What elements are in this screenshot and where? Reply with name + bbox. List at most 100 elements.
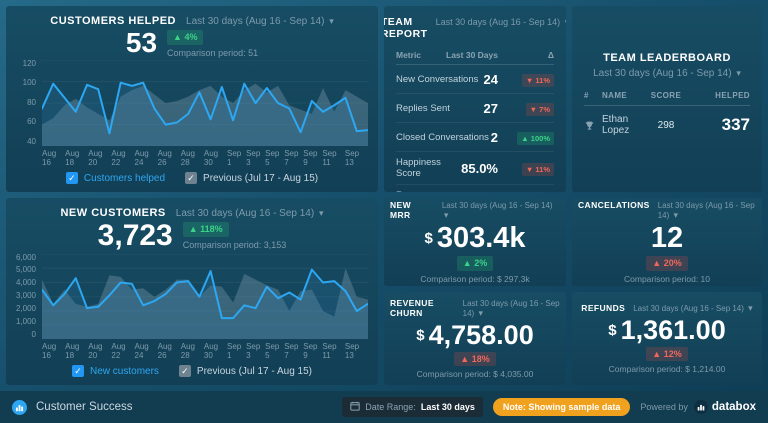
panel-title: REVENUE CHURN [390, 298, 455, 318]
panel-title: TEAM LEADERBOARD [584, 52, 750, 64]
panel-title: TEAM REPORT [384, 16, 428, 40]
panel-title: CUSTOMERS HELPED [50, 15, 176, 27]
sample-data-note-button[interactable]: Note: Showing sample data [493, 398, 631, 416]
comparison-text: Comparison period: $ 1,214.00 [609, 364, 726, 374]
legend-label: Previous (Jul 17 - Aug 15) [197, 366, 312, 377]
date-range-dropdown[interactable]: Last 30 days (Aug 16 - Sep 14) ▾ [463, 299, 560, 319]
date-range-value: Last 30 days (Aug 16 - Sep 14) [633, 304, 744, 313]
column-score: SCORE [638, 91, 694, 100]
legend-item-previous[interactable]: ✓ Previous (Jul 17 - Aug 15) [185, 172, 318, 184]
footer-bar: Customer Success Date Range: Last 30 day… [0, 391, 768, 423]
dashboard-logo-icon [12, 400, 27, 415]
date-range-current: Last 30 days [421, 402, 475, 412]
revenue-churn-panel: REVENUE CHURN Last 30 days (Aug 16 - Sep… [384, 292, 566, 385]
refunds-panel: REFUNDS Last 30 days (Aug 16 - Sep 14) ▾… [572, 292, 762, 385]
table-row: Happiness Score 85.0% ▼ 11% [396, 152, 554, 185]
metric-value: 85.0% [461, 161, 498, 176]
column-rank: # [584, 91, 602, 100]
comparison-text: Comparison period: 10 [624, 274, 710, 284]
line-chart [42, 60, 368, 146]
new-customers-panel: NEW CUSTOMERS Last 30 days (Aug 16 - Sep… [6, 198, 378, 385]
panel-title: REFUNDS [581, 303, 625, 313]
metric-name: Replies Sent [396, 103, 484, 114]
column-delta: Δ [508, 50, 554, 60]
member-name: Ethan Lopez [602, 114, 638, 136]
new-customers-checkbox[interactable]: ✓ [72, 365, 84, 377]
previous-checkbox[interactable]: ✓ [179, 365, 191, 377]
delta-badge: ▲ 20% [646, 256, 687, 271]
team-report-panel: TEAM REPORT Last 30 days (Aug 16 - Sep 1… [384, 6, 566, 192]
legend-item-current[interactable]: ✓ Customers helped [66, 172, 165, 184]
powered-by-label: Powered by [640, 402, 688, 412]
column-metric: Metric [396, 50, 446, 60]
team-leaderboard-panel: TEAM LEADERBOARD Last 30 days (Aug 16 - … [572, 6, 762, 192]
new-mrr-panel: NEW MRR Last 30 days (Aug 16 - Sep 14) ▾… [384, 198, 566, 286]
metric-name: Closed Conversations [396, 132, 491, 143]
x-axis: Aug 16Aug 18Aug 20Aug 22Aug 24Aug 26Aug … [42, 146, 368, 168]
leaderboard-rows: Ethan Lopez 298 337 [584, 106, 750, 144]
databox-logo-icon [694, 400, 708, 414]
chevron-down-icon: ▾ [748, 303, 753, 313]
member-helped: 337 [694, 115, 750, 135]
chevron-down-icon: ▾ [736, 68, 741, 78]
chevron-down-icon: ▾ [674, 210, 679, 220]
date-range-dropdown[interactable]: Last 30 days (Aug 16 - Sep 14) ▾ [176, 208, 324, 219]
metric-name: Response Time [396, 190, 446, 192]
table-header: Metric Last 30 Days Δ [396, 46, 554, 65]
databox-brand-label: databox [712, 401, 756, 413]
delta-badge: ▲ 12% [646, 347, 687, 362]
kpi-value: 4,758.00 [429, 322, 534, 349]
delta-badge: ▼ 11% [522, 163, 554, 176]
delta-badge: ▲ 2% [457, 256, 493, 271]
previous-checkbox[interactable]: ✓ [185, 172, 197, 184]
kpi-value: 3,723 [98, 220, 173, 252]
chevron-down-icon: ▾ [319, 208, 324, 218]
delta-badge: ▲ 118% [183, 222, 229, 237]
date-range-dropdown[interactable]: Last 30 days (Aug 16 - Sep 14) ▾ [584, 68, 750, 79]
date-range-dropdown[interactable]: Last 30 days (Aug 16 - Sep 14) ▾ [186, 16, 334, 27]
date-range-button[interactable]: Date Range: Last 30 days [342, 397, 483, 417]
delta-badge: ▲ 18% [454, 352, 495, 367]
team-report-rows: New Conversations 24 ▼ 11% Replies Sent … [396, 65, 554, 192]
dashboard-title: Customer Success [36, 401, 133, 413]
legend-label: Previous (Jul 17 - Aug 15) [203, 173, 318, 184]
trophy-icon [584, 120, 595, 131]
table-row: Ethan Lopez 298 337 [584, 106, 750, 144]
date-range-value: Last 30 days (Aug 16 - Sep 14) [436, 17, 561, 27]
delta-badge: ▲ 100% [517, 132, 554, 145]
date-range-value: Last 30 days (Aug 16 - Sep 14) [658, 201, 755, 220]
customers-helped-panel: CUSTOMERS HELPED Last 30 days (Aug 16 - … [6, 6, 378, 192]
panel-title: CANCELATIONS [578, 200, 650, 210]
line-chart [42, 254, 368, 340]
databox-brand-link[interactable]: databox [694, 400, 756, 414]
metric-value: 27 [484, 101, 498, 116]
calendar-icon [350, 401, 360, 413]
cancelations-panel: CANCELATIONS Last 30 days (Aug 16 - Sep … [572, 198, 762, 286]
date-range-value: Last 30 days (Aug 16 - Sep 14) [176, 208, 314, 219]
date-range-label: Date Range: [365, 402, 416, 412]
delta-badge: ▲ 4% [167, 30, 203, 45]
date-range-dropdown[interactable]: Last 30 days (Aug 16 - Sep 14) ▾ [658, 201, 756, 221]
y-axis: 120100806040 [12, 60, 42, 146]
kpi-value: 303.4k [437, 224, 526, 253]
metric-value: 2 [491, 130, 498, 145]
kpi-value: 53 [126, 28, 157, 57]
column-helped: HELPED [694, 91, 750, 100]
date-range-dropdown[interactable]: Last 30 days (Aug 16 - Sep 14) ▾ [633, 303, 753, 314]
customers-helped-checkbox[interactable]: ✓ [66, 172, 78, 184]
legend-item-previous[interactable]: ✓ Previous (Jul 17 - Aug 15) [179, 365, 312, 377]
currency-symbol: $ [424, 230, 432, 247]
member-score: 298 [638, 120, 694, 131]
date-range-dropdown[interactable]: Last 30 days (Aug 16 - Sep 14) ▾ [442, 201, 560, 221]
legend-item-current[interactable]: ✓ New customers [72, 365, 159, 377]
y-axis: 6,0005,0004,0003,0002,0001,0000 [12, 254, 42, 340]
date-range-value: Last 30 days (Aug 16 - Sep 14) [186, 16, 324, 27]
delta-badge: ▼ 11% [522, 74, 554, 87]
column-name: NAME [602, 91, 638, 100]
chevron-down-icon: ▾ [444, 210, 449, 220]
column-last-30-days: Last 30 Days [446, 50, 498, 60]
date-range-value: Last 30 days (Aug 16 - Sep 14) [593, 68, 731, 79]
x-axis: Aug 16Aug 18Aug 20Aug 22Aug 24Aug 26Aug … [42, 339, 368, 361]
table-header: # NAME SCORE HELPED [584, 91, 750, 106]
date-range-dropdown[interactable]: Last 30 days (Aug 16 - Sep 14) ▾ [436, 17, 566, 28]
